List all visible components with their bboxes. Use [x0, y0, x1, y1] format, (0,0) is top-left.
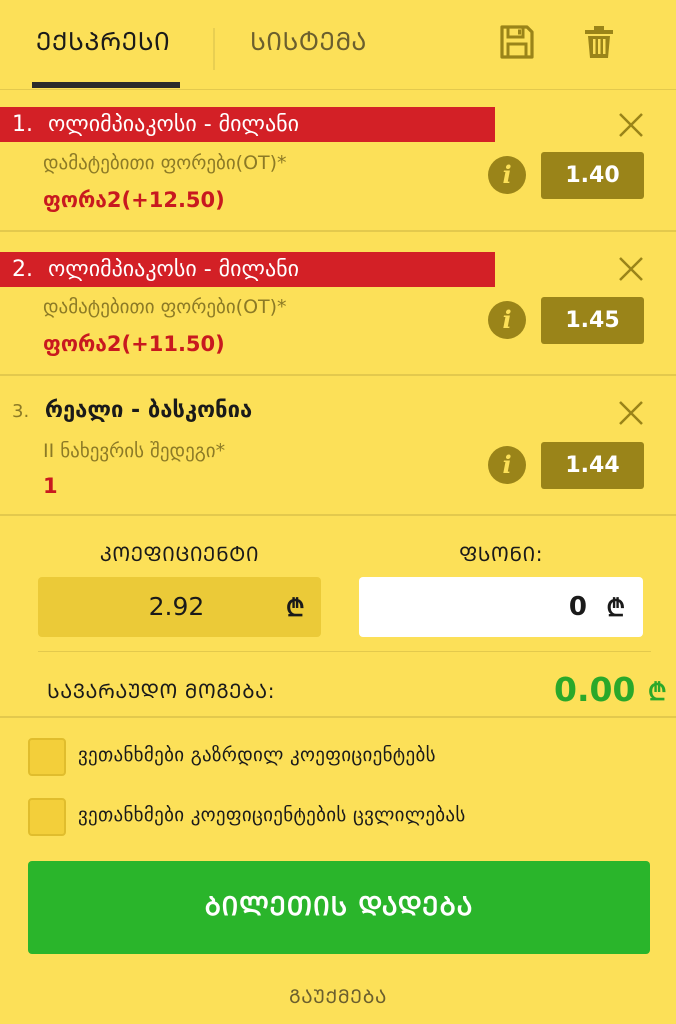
odds-value: 1.40	[541, 152, 644, 199]
lari-icon: ₾	[648, 678, 667, 706]
possible-win-label: ᲡᲐᲕᲐᲠᲐᲣᲓᲝ ᲛᲝᲒᲔᲑᲐ:	[47, 679, 275, 703]
bet-item: 3. რეალი - ბასკონია II ნახევრის შედეგი* …	[0, 376, 676, 516]
bet-selection: ფორა2(+12.50)	[43, 188, 225, 212]
divider	[0, 716, 676, 718]
bet-number: 2.	[12, 257, 33, 282]
bet-title: 3. რეალი - ბასკონია	[12, 398, 252, 423]
bet-market: დამატებითი ფორები(OT)*	[43, 152, 287, 174]
bet-number: 1.	[12, 112, 33, 137]
coefficient-label: ᲙᲝᲔᲤᲘᲪᲘᲔᲜᲢᲘ	[99, 542, 260, 566]
total-coefficient: 2.92 ₾	[38, 577, 321, 637]
coefficient-value: 2.92	[148, 592, 205, 621]
info-icon[interactable]: i	[488, 156, 526, 194]
cancel-button[interactable]: ᲒᲐᲣᲥᲛᲔᲑᲐ	[0, 983, 676, 1009]
tab-system[interactable]: ᲡᲘᲡᲢᲔᲛᲐ	[250, 24, 367, 58]
bet-selection: 1	[43, 474, 58, 498]
bet-market: II ნახევრის შედეგი*	[43, 440, 226, 462]
accept-increased-checkbox[interactable]	[28, 738, 66, 776]
info-icon[interactable]: i	[488, 446, 526, 484]
save-icon[interactable]	[500, 25, 534, 59]
stake-input[interactable]: 0 ₾	[359, 577, 643, 637]
bet-item: 2. ოლიმპიაკოსი - მილანი დამატებითი ფორებ…	[0, 232, 676, 376]
stake-value[interactable]: 0	[569, 577, 587, 637]
accept-changes-label[interactable]: ვეთანხმები კოეფიციენტების ცვლილებას	[78, 804, 466, 826]
close-icon[interactable]	[616, 254, 646, 284]
bet-title-bar: 2. ოლიმპიაკოსი - მილანი	[0, 252, 495, 287]
tab-express[interactable]: ᲔᲥᲡᲞᲠᲔᲡᲘ	[36, 24, 170, 58]
bet-title-bar: 1. ოლიმპიაკოსი - მილანი	[0, 107, 495, 142]
stake-label: ᲤᲡᲝᲜᲘ:	[459, 542, 543, 566]
betslip-tabs: ᲔᲥᲡᲞᲠᲔᲡᲘ ᲡᲘᲡᲢᲔᲛᲐ	[0, 0, 676, 90]
odds-value: 1.44	[541, 442, 644, 489]
bet-match: ოლიმპიაკოსი - მილანი	[48, 112, 300, 137]
close-icon[interactable]	[616, 398, 646, 428]
lari-icon: ₾	[286, 594, 305, 622]
tab-divider	[213, 28, 215, 70]
accept-changes-checkbox[interactable]	[28, 798, 66, 836]
divider	[38, 651, 651, 652]
possible-win-value: 0.00	[554, 670, 636, 709]
bet-match: რეალი - ბასკონია	[44, 398, 253, 423]
accept-increased-label[interactable]: ვეთანხმები გაზრდილ კოეფიციენტებს	[78, 744, 436, 766]
bet-number: 3.	[12, 401, 30, 422]
lari-icon: ₾	[606, 594, 625, 622]
close-icon[interactable]	[616, 110, 646, 140]
bet-item: 1. ოლიმპიაკოსი - მილანი დამატებითი ფორებ…	[0, 90, 676, 232]
info-icon[interactable]: i	[488, 301, 526, 339]
bet-selection: ფორა2(+11.50)	[43, 332, 225, 356]
bet-match: ოლიმპიაკოსი - მილანი	[48, 257, 300, 282]
odds-value: 1.45	[541, 297, 644, 344]
place-bet-button[interactable]: ᲑᲘᲚᲔᲗᲘᲡ ᲓᲐᲓᲔᲑᲐ	[28, 861, 650, 954]
bet-market: დამატებითი ფორები(OT)*	[43, 296, 287, 318]
active-tab-indicator	[32, 82, 180, 88]
trash-icon[interactable]	[582, 25, 616, 59]
